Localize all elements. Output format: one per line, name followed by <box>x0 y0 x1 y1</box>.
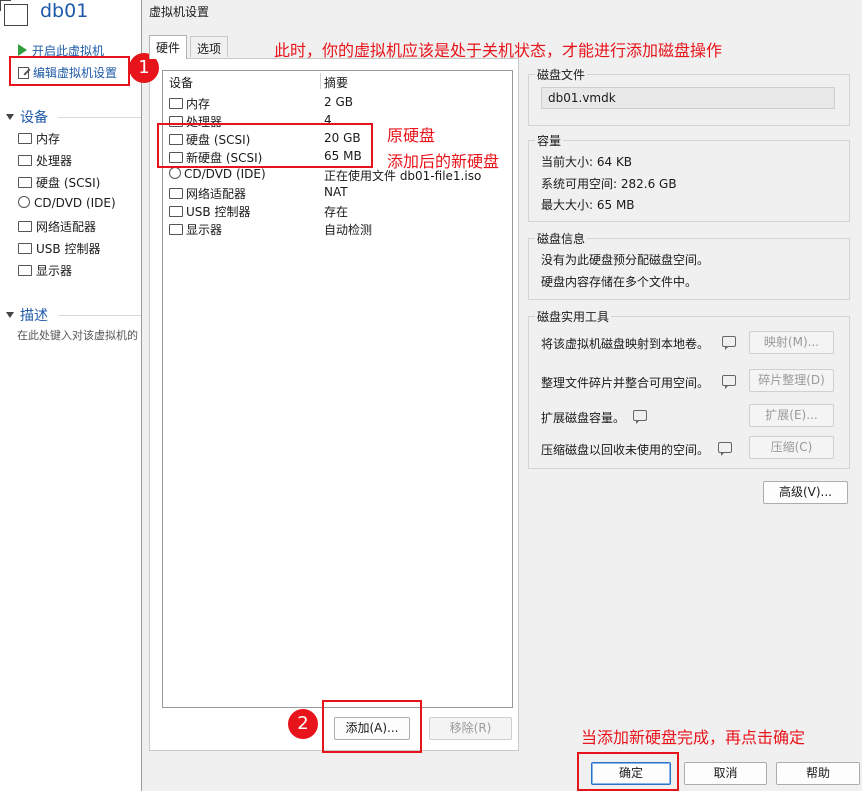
step-badge-2: 2 <box>288 709 318 739</box>
device-label: 内存 <box>36 132 61 146</box>
map-button[interactable]: 映射(M)... <box>749 331 834 354</box>
usb-icon <box>169 206 183 217</box>
network-icon <box>18 221 32 232</box>
vm-summary-panel: db01 开启此虚拟机 编辑虚拟机设置 设备 内存 处理器 硬盘 (SCSI) … <box>0 0 141 791</box>
disk-info-group <box>528 238 850 300</box>
collapse-icon <box>6 312 14 318</box>
device-label: CD/DVD (IDE) <box>34 196 116 210</box>
available-space: 系统可用空间: 282.6 GB <box>541 177 677 191</box>
device-label: 网络适配器 <box>36 220 97 234</box>
divider <box>58 117 141 118</box>
device-item[interactable]: CD/DVD (IDE) <box>18 196 116 210</box>
row-summary: 自动检测 <box>324 223 373 237</box>
tab-hardware[interactable]: 硬件 <box>149 35 188 59</box>
disk-info-title: 磁盘信息 <box>535 230 588 247</box>
note-original-disk: 原硬盘 <box>387 126 436 145</box>
vm-settings-dialog: 虚拟机设置 硬件 选项 设备 摘要 内存 2 GB 处理器 4 硬盘 (SCSI… <box>141 0 862 791</box>
row-device: 显示器 <box>186 223 223 237</box>
row-device: 内存 <box>186 97 211 111</box>
highlight-ok-button <box>577 752 679 791</box>
table-row[interactable]: 显示器 自动检测 <box>163 219 512 237</box>
monitor-icon <box>169 224 183 235</box>
divider <box>58 315 141 316</box>
disk-info-line: 硬盘内容存储在多个文件中。 <box>541 275 698 289</box>
devices-heading-label: 设备 <box>20 110 48 126</box>
device-item[interactable]: 显示器 <box>18 262 72 279</box>
row-summary: NAT <box>324 185 348 199</box>
defrag-description: 整理文件碎片并整合可用空间。 <box>541 376 710 390</box>
map-description: 将该虚拟机磁盘映射到本地卷。 <box>541 337 710 351</box>
usb-icon <box>18 243 32 254</box>
cpu-icon <box>18 155 32 166</box>
device-item[interactable]: 处理器 <box>18 152 72 169</box>
play-icon <box>18 44 27 56</box>
memory-icon <box>169 98 183 109</box>
defrag-button[interactable]: 碎片整理(D) <box>749 369 834 392</box>
row-summary: 2 GB <box>324 95 353 109</box>
network-icon <box>169 188 183 199</box>
device-label: 处理器 <box>36 154 73 168</box>
row-summary: 存在 <box>324 205 349 219</box>
device-item[interactable]: 内存 <box>18 130 60 147</box>
memory-icon <box>18 133 32 144</box>
row-device: 网络适配器 <box>186 187 247 201</box>
device-label: 硬盘 (SCSI) <box>36 176 101 190</box>
monitor-icon <box>18 265 32 276</box>
info-tip-icon[interactable] <box>722 375 736 389</box>
disk-file-title: 磁盘文件 <box>535 66 588 83</box>
column-divider <box>320 73 321 89</box>
vm-name: db01 <box>40 0 89 22</box>
note-new-disk: 添加后的新硬盘 <box>387 152 500 171</box>
info-tip-icon[interactable] <box>633 410 647 424</box>
device-label: USB 控制器 <box>36 242 101 256</box>
tab-options[interactable]: 选项 <box>190 36 229 57</box>
description-heading[interactable]: 描述 <box>6 305 48 325</box>
expand-button[interactable]: 扩展(E)... <box>749 404 834 427</box>
disk-info-line: 没有为此硬盘预分配磁盘空间。 <box>541 253 710 267</box>
disk-utilities-title: 磁盘实用工具 <box>535 308 612 325</box>
capacity-title: 容量 <box>535 132 564 149</box>
cdrom-icon <box>18 196 30 208</box>
note-shutdown: 此时，你的虚拟机应该是处于关机状态，才能进行添加磁盘操作 <box>274 41 723 60</box>
disk-icon <box>18 177 32 188</box>
table-row[interactable]: USB 控制器 存在 <box>163 201 512 219</box>
highlight-add-button <box>322 700 422 753</box>
max-size: 最大大小: 65 MB <box>541 198 635 212</box>
cancel-button[interactable]: 取消 <box>684 762 767 785</box>
table-row[interactable]: 网络适配器 NAT <box>163 183 512 201</box>
description-input[interactable]: 在此处键入对该虚拟机的 <box>17 327 138 343</box>
info-tip-icon[interactable] <box>722 336 736 350</box>
disk-file-field[interactable]: db01.vmdk <box>541 87 835 109</box>
device-item[interactable]: USB 控制器 <box>18 240 100 257</box>
vm-icon <box>0 0 28 26</box>
table-row[interactable]: 内存 2 GB <box>163 93 512 111</box>
cdrom-icon <box>169 167 181 179</box>
remove-button[interactable]: 移除(R) <box>429 717 512 740</box>
device-item[interactable]: 硬盘 (SCSI) <box>18 174 100 191</box>
advanced-button[interactable]: 高级(V)... <box>763 481 848 504</box>
highlight-disks <box>157 123 373 168</box>
help-button[interactable]: 帮助 <box>776 762 860 785</box>
column-header-device[interactable]: 设备 <box>169 74 193 91</box>
highlight-edit-settings <box>9 56 130 86</box>
current-size: 当前大小: 64 KB <box>541 155 633 169</box>
expand-description: 扩展磁盘容量。 <box>541 411 626 425</box>
compact-button[interactable]: 压缩(C) <box>749 436 834 459</box>
note-confirm: 当添加新硬盘完成，再点击确定 <box>581 728 806 747</box>
device-label: 显示器 <box>36 264 73 278</box>
description-heading-label: 描述 <box>20 308 48 324</box>
collapse-icon <box>6 114 14 120</box>
device-item[interactable]: 网络适配器 <box>18 218 96 235</box>
compact-description: 压缩磁盘以回收未使用的空间。 <box>541 443 710 457</box>
row-device: CD/DVD (IDE) <box>184 167 266 181</box>
row-device: USB 控制器 <box>186 205 251 219</box>
column-header-summary[interactable]: 摘要 <box>324 74 348 91</box>
dialog-title: 虚拟机设置 <box>149 5 210 19</box>
devices-heading[interactable]: 设备 <box>6 107 48 127</box>
info-tip-icon[interactable] <box>718 442 732 456</box>
